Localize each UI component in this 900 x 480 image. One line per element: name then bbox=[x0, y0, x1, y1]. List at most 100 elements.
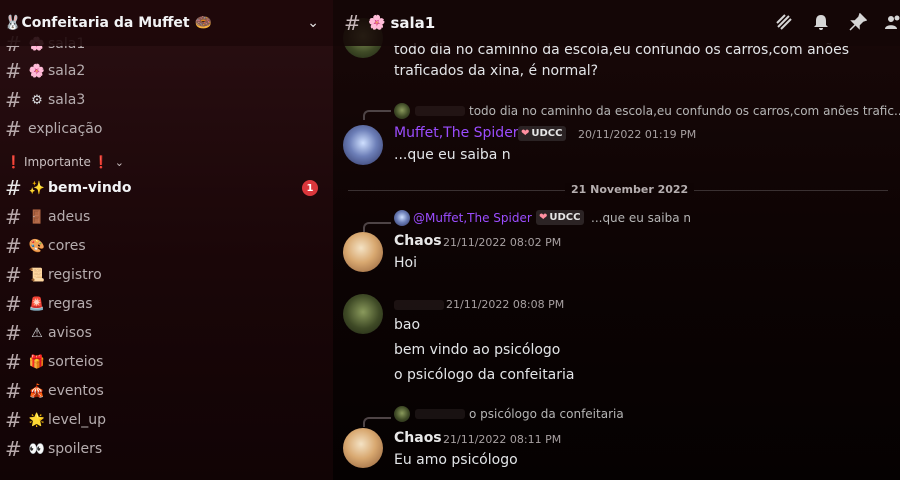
hash-icon: # bbox=[5, 321, 22, 345]
hash-icon: # bbox=[5, 263, 22, 287]
sidebar-item-label: cores bbox=[48, 238, 86, 254]
reply-connector bbox=[363, 222, 391, 232]
reply-preview[interactable]: todo dia no caminho da escola,eu confund… bbox=[469, 104, 900, 118]
chat-panel: todo dia no caminho da escola,eu confund… bbox=[333, 0, 900, 480]
sidebar-item-label: registro bbox=[48, 267, 102, 283]
sidebar-item-label: spoilers bbox=[48, 441, 103, 457]
message-text: Hoi bbox=[394, 255, 417, 271]
reply-avatar bbox=[394, 210, 410, 226]
hash-icon: # bbox=[5, 437, 22, 461]
sidebar-item-label: explicação bbox=[28, 121, 103, 137]
hash-icon: # bbox=[5, 59, 22, 83]
message-author[interactable]: Chaos bbox=[394, 430, 442, 446]
avatar[interactable] bbox=[343, 428, 383, 468]
threads-icon[interactable] bbox=[774, 13, 794, 33]
reply-avatar bbox=[394, 103, 410, 119]
sidebar-item-explicacao[interactable]: # explicação bbox=[0, 115, 333, 143]
members-icon[interactable] bbox=[883, 13, 900, 33]
sidebar-item-sala3[interactable]: # ⚙ sala3 bbox=[0, 86, 333, 114]
sidebar-item-cores[interactable]: # 🎨 cores bbox=[0, 232, 333, 260]
sidebar-item-sala2[interactable]: # 🌸 sala2 bbox=[0, 57, 333, 85]
channel-emoji: 🌟 bbox=[28, 412, 46, 428]
channel-emoji: 👀 bbox=[28, 441, 46, 457]
reply-author-name bbox=[415, 106, 465, 116]
sidebar-item-label: sala3 bbox=[48, 92, 86, 108]
sidebar-item-label: eventos bbox=[48, 383, 104, 399]
role-tag-label: UDCC bbox=[549, 212, 581, 223]
hash-icon: # bbox=[5, 408, 22, 432]
message-author[interactable]: Chaos bbox=[394, 233, 442, 249]
chevron-down-icon[interactable]: ⌄ bbox=[307, 15, 319, 31]
channel-emoji: 🎁 bbox=[28, 354, 46, 370]
message-author[interactable]: Muffet,The Spider bbox=[394, 125, 519, 141]
reply-preview[interactable]: o psicólogo da confeitaria bbox=[469, 407, 624, 421]
sidebar-item-registro[interactable]: # 📜 registro bbox=[0, 261, 333, 289]
mention-badge: 1 bbox=[302, 180, 318, 196]
message-timestamp: 21/11/2022 08:11 PM bbox=[443, 433, 562, 446]
role-tag: ❤ UDCC bbox=[536, 210, 584, 225]
channel-emoji: 🚨 bbox=[28, 296, 46, 312]
reply-connector bbox=[363, 110, 391, 120]
channel-header: # 🌸 sala1 bbox=[333, 0, 900, 46]
channel-emoji: ⚠ bbox=[31, 325, 43, 341]
pin-icon[interactable] bbox=[848, 12, 868, 33]
date-divider-label: 21 November 2022 bbox=[565, 183, 695, 196]
sidebar-item-level-up[interactable]: # 🌟 level_up bbox=[0, 406, 333, 434]
message-text: bem vindo ao psicólogo bbox=[394, 342, 561, 358]
avatar[interactable] bbox=[343, 125, 383, 165]
sidebar-item-sorteios[interactable]: # 🎁 sorteios bbox=[0, 348, 333, 376]
message-list[interactable]: todo dia no caminho da escola,eu confund… bbox=[333, 0, 900, 480]
message-text: traficados da xina, é normal? bbox=[394, 63, 599, 79]
channel-emoji: 📜 bbox=[28, 267, 46, 283]
hash-icon: # bbox=[344, 11, 361, 35]
reply-author-mention[interactable]: @Muffet,The Spider bbox=[413, 211, 532, 225]
sidebar-item-bem-vindo[interactable]: # ✨ bem-vindo 1 bbox=[0, 174, 333, 202]
message-text: o psicólogo da confeitaria bbox=[394, 367, 575, 383]
heart-icon: ❤ bbox=[521, 128, 530, 139]
channel-emoji: 🎨 bbox=[28, 238, 46, 254]
hash-icon: # bbox=[5, 234, 22, 258]
avatar[interactable] bbox=[343, 294, 383, 334]
reply-connector bbox=[363, 417, 391, 427]
message-author[interactable] bbox=[394, 300, 444, 310]
sidebar-item-label: sala2 bbox=[48, 63, 86, 79]
channel-emoji: 🎪 bbox=[28, 383, 46, 399]
category-importante[interactable]: ❗ Importante ❗ ⌄ bbox=[6, 152, 124, 172]
channel-emoji: 🌸 bbox=[368, 15, 386, 31]
role-tag: ❤ UDCC bbox=[518, 126, 566, 141]
server-name: 🐰Confeitaria da Muffet 🍩 bbox=[4, 15, 307, 31]
chevron-down-icon: ⌄ bbox=[114, 155, 124, 169]
hash-icon: # bbox=[5, 292, 22, 316]
hash-icon: # bbox=[5, 379, 22, 403]
exclamation-icon: ❗ bbox=[6, 155, 21, 169]
sidebar-item-label: adeus bbox=[48, 209, 91, 225]
hash-icon: # bbox=[5, 176, 22, 200]
sidebar-item-label: avisos bbox=[48, 325, 92, 341]
channel-emoji: 🚪 bbox=[28, 209, 46, 225]
channel-title: sala1 bbox=[390, 14, 436, 32]
sidebar-item-regras[interactable]: # 🚨 regras bbox=[0, 290, 333, 318]
sidebar-item-eventos[interactable]: # 🎪 eventos bbox=[0, 377, 333, 405]
sidebar-item-label: level_up bbox=[48, 412, 107, 428]
sidebar-item-avisos[interactable]: # ⚠ avisos bbox=[0, 319, 333, 347]
sidebar-item-label: bem-vindo bbox=[48, 180, 132, 196]
sidebar-item-label: sorteios bbox=[48, 354, 104, 370]
bell-icon[interactable] bbox=[811, 13, 831, 33]
hash-icon: # bbox=[5, 117, 22, 141]
category-label: Importante bbox=[23, 155, 91, 169]
reply-preview[interactable]: ...que eu saiba n bbox=[591, 211, 691, 225]
heart-icon: ❤ bbox=[539, 212, 548, 223]
sidebar-item-adeus[interactable]: # 🚪 adeus bbox=[0, 203, 333, 231]
channel-emoji: ✨ bbox=[28, 180, 46, 196]
message-timestamp: 20/11/2022 01:19 PM bbox=[578, 128, 697, 141]
sidebar-item-label: regras bbox=[48, 296, 93, 312]
role-tag-label: UDCC bbox=[531, 128, 563, 139]
hash-icon: # bbox=[5, 88, 22, 112]
avatar[interactable] bbox=[343, 232, 383, 272]
channel-emoji: 🌸 bbox=[28, 63, 46, 79]
reply-author-name bbox=[415, 409, 465, 419]
sidebar-item-spoilers[interactable]: # 👀 spoilers bbox=[0, 435, 333, 463]
message-timestamp: 21/11/2022 08:02 PM bbox=[443, 236, 562, 249]
channel-sidebar: # 🌸 sala1 🐰Confeitaria da Muffet 🍩 ⌄ # 🌸… bbox=[0, 0, 333, 480]
server-header[interactable]: 🐰Confeitaria da Muffet 🍩 ⌄ bbox=[0, 0, 333, 46]
